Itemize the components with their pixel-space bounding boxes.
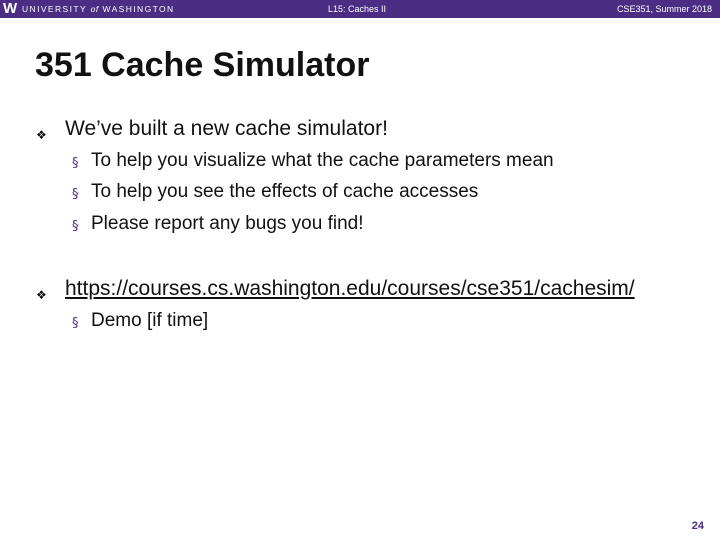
- diamond-bullet-icon: ❖: [36, 288, 47, 302]
- page-number: 24: [691, 520, 704, 532]
- wordmark-of: of: [90, 4, 99, 14]
- sub-bullet-1-3-text: Please report any bugs you find!: [91, 213, 364, 234]
- section-bullet-icon: §: [72, 316, 79, 331]
- bullet-1-text: We’ve built a new cache simulator!: [65, 117, 388, 140]
- wordmark-university: UNIVERSITY: [22, 4, 87, 14]
- section-bullet-icon: §: [72, 187, 79, 202]
- diamond-bullet-icon: ❖: [36, 128, 47, 142]
- sub-bullet-1-1-text: To help you visualize what the cache par…: [91, 150, 554, 171]
- header-bar: W UNIVERSITY of WASHINGTON L15: Caches I…: [0, 0, 720, 18]
- course-label: CSE351, Summer 2018: [616, 4, 712, 14]
- slide-title: 351 Cache Simulator: [35, 46, 370, 84]
- section-bullet-icon: §: [72, 156, 79, 171]
- uw-logo-mark: W: [3, 0, 17, 17]
- sub-bullet-1-2-text: To help you see the effects of cache acc…: [91, 181, 479, 202]
- cachesim-link[interactable]: https://courses.cs.washington.edu/course…: [65, 276, 635, 302]
- sub-bullet-2-1-text: Demo [if time]: [91, 310, 209, 331]
- lecture-label: L15: Caches II: [328, 4, 387, 14]
- uw-wordmark: UNIVERSITY of WASHINGTON: [22, 4, 175, 14]
- wordmark-washington: WASHINGTON: [102, 4, 175, 14]
- section-bullet-icon: §: [72, 219, 79, 234]
